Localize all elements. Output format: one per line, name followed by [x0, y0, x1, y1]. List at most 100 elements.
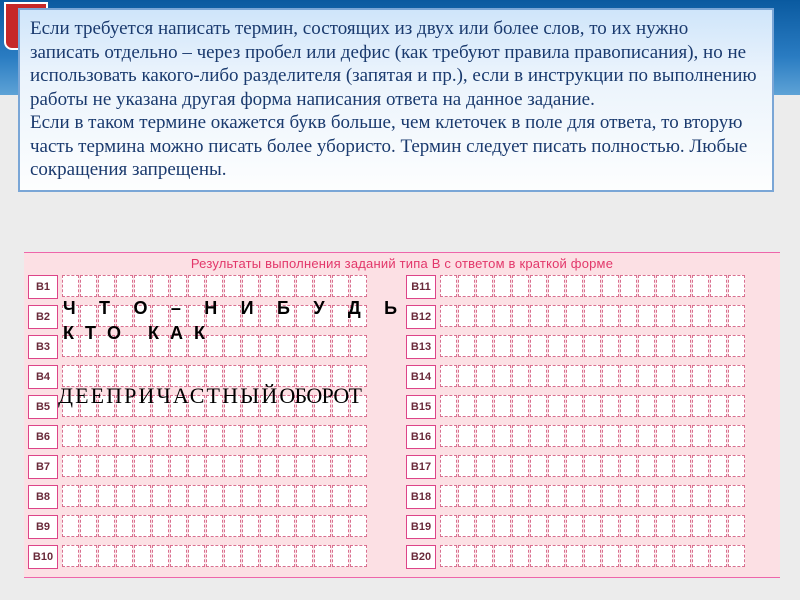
answer-cell[interactable]: [80, 335, 97, 357]
answer-cell[interactable]: [674, 485, 691, 507]
answer-cell[interactable]: [692, 455, 709, 477]
answer-cell[interactable]: [332, 455, 349, 477]
answer-cell[interactable]: [584, 485, 601, 507]
answer-cell[interactable]: [566, 275, 583, 297]
answer-cell[interactable]: [278, 365, 295, 387]
answer-cell[interactable]: [188, 425, 205, 447]
answer-cell[interactable]: [638, 515, 655, 537]
answer-cell[interactable]: [260, 275, 277, 297]
answer-cell[interactable]: [620, 305, 637, 327]
answer-cell[interactable]: [710, 335, 727, 357]
answer-cell[interactable]: [476, 305, 493, 327]
answer-cell[interactable]: [440, 395, 457, 417]
answer-cell[interactable]: [188, 395, 205, 417]
answer-cell[interactable]: [476, 455, 493, 477]
answer-cell[interactable]: [548, 485, 565, 507]
answer-cell[interactable]: [602, 545, 619, 567]
answer-cell[interactable]: [728, 305, 745, 327]
answer-cell[interactable]: [350, 425, 367, 447]
answer-cell[interactable]: [530, 305, 547, 327]
answer-cell[interactable]: [440, 485, 457, 507]
answer-cell[interactable]: [206, 335, 223, 357]
answer-cell[interactable]: [476, 515, 493, 537]
answer-cell[interactable]: [620, 365, 637, 387]
answer-cell[interactable]: [62, 485, 79, 507]
answer-cell[interactable]: [278, 515, 295, 537]
answer-cell[interactable]: [314, 395, 331, 417]
answer-cell[interactable]: [512, 485, 529, 507]
answer-cell[interactable]: [692, 305, 709, 327]
answer-cell[interactable]: [620, 455, 637, 477]
answer-cell[interactable]: [98, 545, 115, 567]
answer-cell[interactable]: [170, 545, 187, 567]
answer-cell[interactable]: [494, 485, 511, 507]
answer-cell[interactable]: [332, 365, 349, 387]
answer-cell[interactable]: [116, 395, 133, 417]
answer-cell[interactable]: [152, 425, 169, 447]
answer-cell[interactable]: [332, 515, 349, 537]
answer-cell[interactable]: [170, 425, 187, 447]
answer-cell[interactable]: [692, 545, 709, 567]
answer-cell[interactable]: [476, 275, 493, 297]
answer-cell[interactable]: [314, 545, 331, 567]
answer-cell[interactable]: [728, 365, 745, 387]
answer-cell[interactable]: [242, 305, 259, 327]
answer-cell[interactable]: [224, 305, 241, 327]
answer-cell[interactable]: [188, 545, 205, 567]
answer-cell[interactable]: [296, 485, 313, 507]
answer-cell[interactable]: [638, 545, 655, 567]
answer-cell[interactable]: [476, 365, 493, 387]
answer-cell[interactable]: [692, 485, 709, 507]
answer-cell[interactable]: [512, 425, 529, 447]
answer-cell[interactable]: [638, 425, 655, 447]
answer-cell[interactable]: [530, 455, 547, 477]
answer-cell[interactable]: [260, 455, 277, 477]
answer-cell[interactable]: [476, 425, 493, 447]
answer-cell[interactable]: [494, 545, 511, 567]
answer-cell[interactable]: [206, 395, 223, 417]
answer-cell[interactable]: [62, 305, 79, 327]
answer-cell[interactable]: [458, 485, 475, 507]
answer-cell[interactable]: [440, 335, 457, 357]
answer-cell[interactable]: [278, 485, 295, 507]
answer-cell[interactable]: [62, 335, 79, 357]
answer-cell[interactable]: [692, 425, 709, 447]
answer-cell[interactable]: [548, 455, 565, 477]
answer-cell[interactable]: [62, 425, 79, 447]
answer-cell[interactable]: [98, 335, 115, 357]
answer-cell[interactable]: [314, 365, 331, 387]
answer-cell[interactable]: [62, 365, 79, 387]
answer-cell[interactable]: [620, 515, 637, 537]
answer-cell[interactable]: [206, 425, 223, 447]
answer-cell[interactable]: [332, 395, 349, 417]
answer-cell[interactable]: [170, 365, 187, 387]
answer-cell[interactable]: [602, 335, 619, 357]
answer-cell[interactable]: [674, 425, 691, 447]
answer-cell[interactable]: [638, 485, 655, 507]
answer-cell[interactable]: [296, 305, 313, 327]
answer-cell[interactable]: [512, 335, 529, 357]
answer-cell[interactable]: [170, 335, 187, 357]
answer-cell[interactable]: [206, 365, 223, 387]
answer-cell[interactable]: [674, 365, 691, 387]
answer-cell[interactable]: [80, 485, 97, 507]
answer-cell[interactable]: [530, 515, 547, 537]
answer-cell[interactable]: [494, 515, 511, 537]
answer-cell[interactable]: [242, 515, 259, 537]
answer-cell[interactable]: [710, 395, 727, 417]
answer-cell[interactable]: [548, 365, 565, 387]
answer-cell[interactable]: [656, 305, 673, 327]
answer-cell[interactable]: [620, 545, 637, 567]
answer-cell[interactable]: [458, 515, 475, 537]
answer-cell[interactable]: [656, 455, 673, 477]
answer-cell[interactable]: [80, 425, 97, 447]
answer-cell[interactable]: [566, 305, 583, 327]
answer-cell[interactable]: [188, 515, 205, 537]
answer-cell[interactable]: [332, 275, 349, 297]
answer-cell[interactable]: [548, 515, 565, 537]
answer-cell[interactable]: [638, 365, 655, 387]
answer-cell[interactable]: [116, 485, 133, 507]
answer-cell[interactable]: [98, 395, 115, 417]
answer-cell[interactable]: [80, 365, 97, 387]
answer-cell[interactable]: [692, 515, 709, 537]
